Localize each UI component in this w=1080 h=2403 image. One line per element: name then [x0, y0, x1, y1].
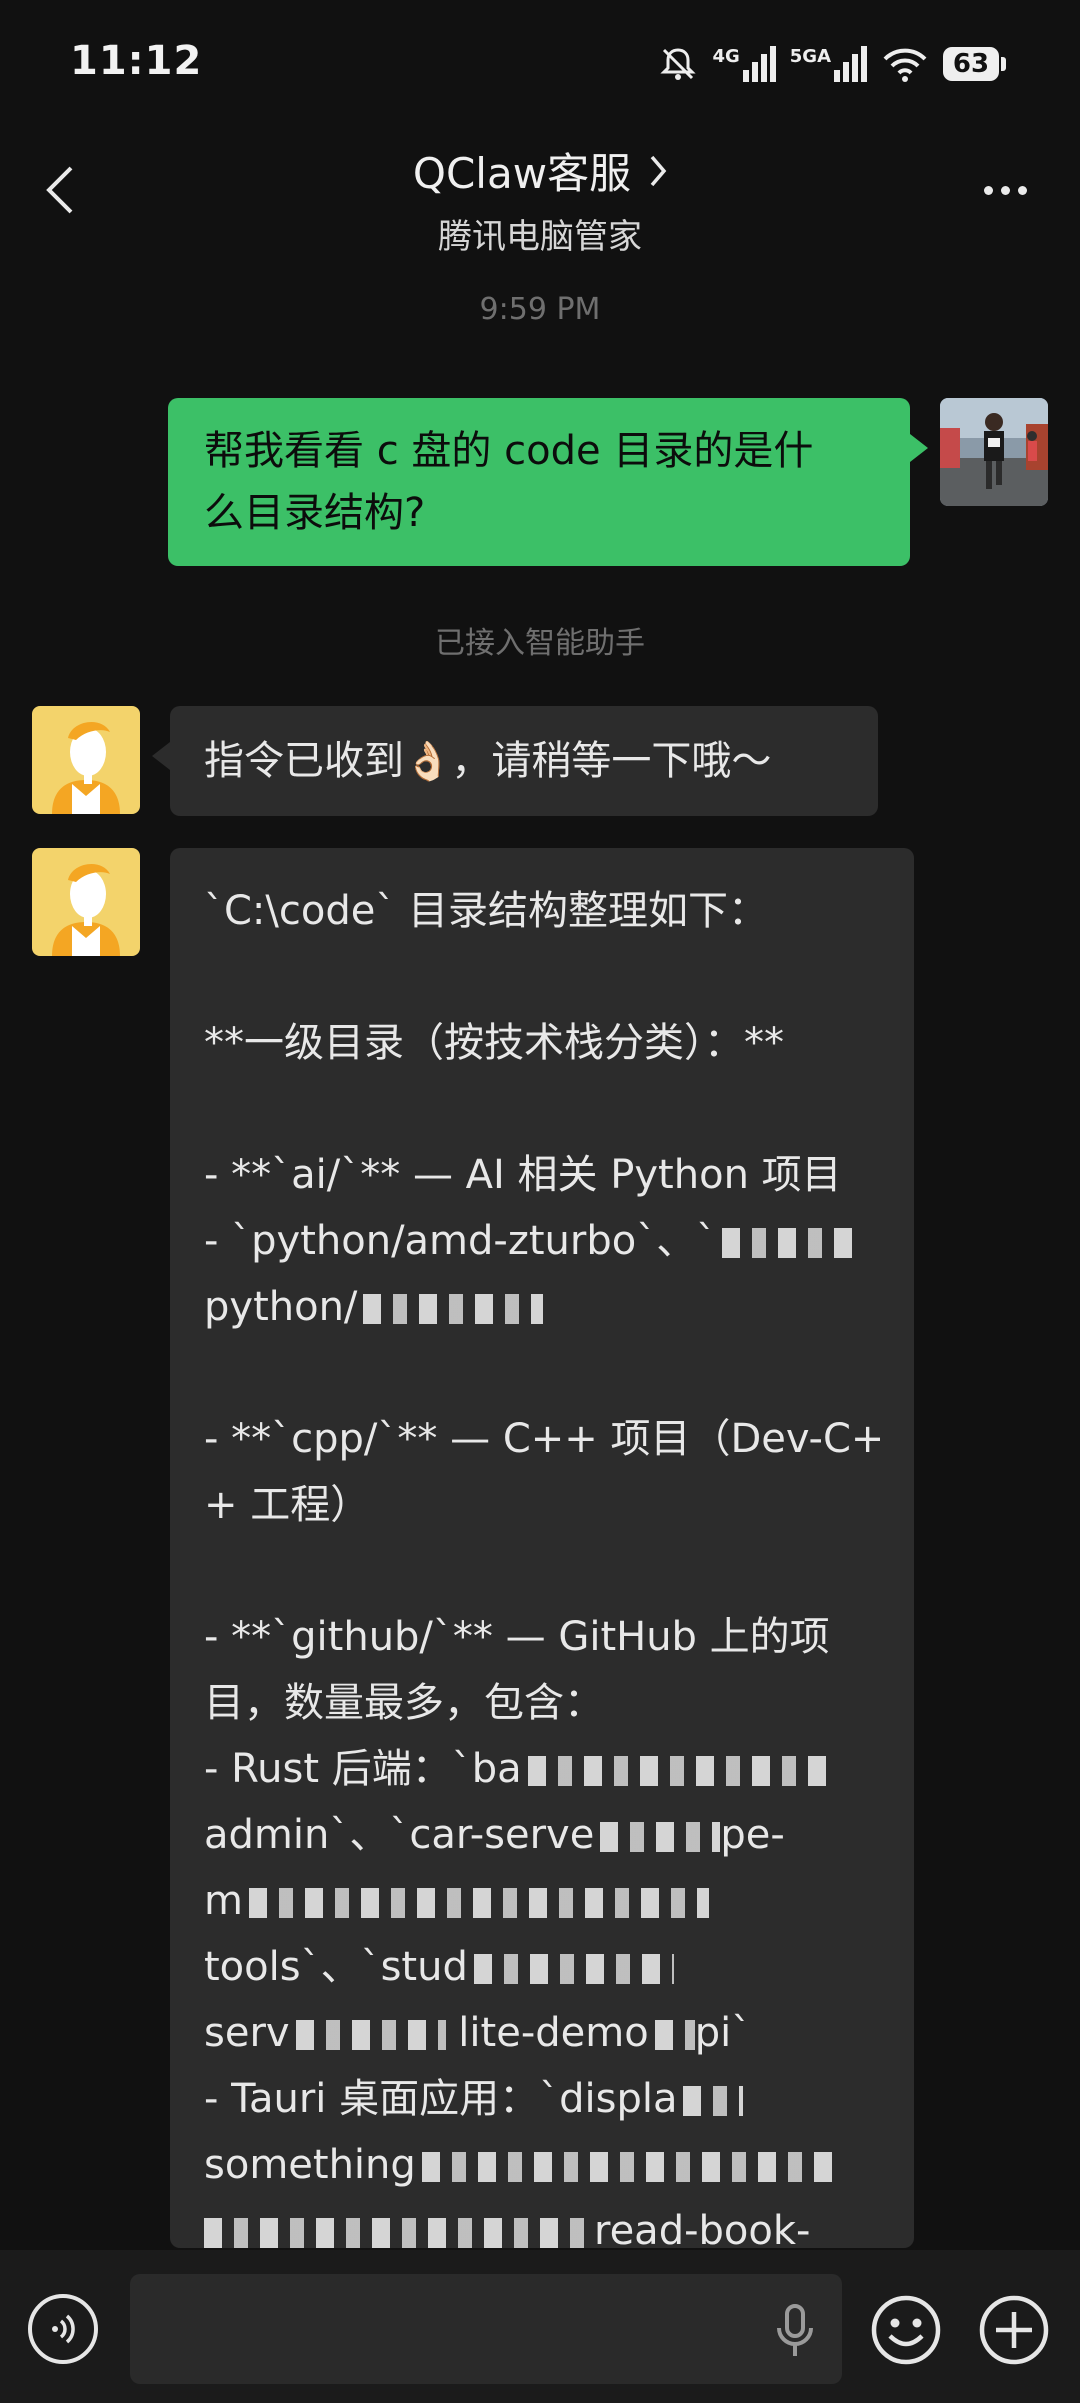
battery-level: 63 [943, 47, 999, 81]
reply-line-text: read-book- [594, 2208, 811, 2248]
outgoing-line-2: 么目录结构? [204, 490, 426, 536]
reply-message[interactable]: `C:\code` 目录结构整理如下： **一级目录（按技术栈分类）：** - … [170, 848, 914, 2248]
redaction-mosaic [600, 1822, 721, 1852]
outgoing-message[interactable]: 帮我看看 c 盘的 code 目录的是什 么目录结构? [168, 398, 928, 566]
status-bar: 11:12 4G 5GA 63 [0, 0, 1080, 130]
reply-line-obscured: tools`、`stud [204, 1934, 880, 2000]
reply-line-text: - Rust 后端：`ba [204, 1746, 522, 1792]
battery-icon: 63 [943, 47, 1006, 81]
user-avatar[interactable] [940, 398, 1048, 506]
wifi-icon [883, 48, 927, 82]
mute-bell-icon [660, 48, 697, 80]
reply-line: **一级目录（按技术栈分类）：** [204, 1020, 784, 1066]
network-label-1: 4G [712, 46, 740, 67]
reply-line-obscured: - Tauri 桌面应用：`displa [204, 2066, 880, 2132]
status-icons: 4G 5GA 63 [658, 40, 1006, 88]
reply-line-obscured: read-book- [204, 2198, 880, 2248]
reply-line-obscured: something [204, 2132, 880, 2198]
reply-line: - **`github/`** — GitHub 上的项 [204, 1614, 830, 1660]
reply-fragment: lite-demo [458, 2010, 649, 2056]
reply-line-text: - `python/amd-zturbo`、` [204, 1218, 717, 1264]
network-label-2: 5GA [789, 46, 831, 67]
redaction-mosaic [248, 1888, 709, 1918]
redaction-mosaic [683, 2086, 744, 2116]
reply-fragment: pe- [720, 1812, 785, 1858]
microphone-icon[interactable] [770, 2304, 820, 2358]
redaction-mosaic [204, 2218, 584, 2248]
reply-line-text: something [204, 2142, 416, 2188]
reply-line-text: tools`、`stud [204, 1944, 468, 1990]
reply-line-obscured: - `python/amd-zturbo`、` [204, 1208, 880, 1274]
reply-line-obscured: - Rust 后端：`ba [204, 1736, 880, 1802]
redaction-mosaic [473, 1954, 674, 1984]
bot-avatar-illustration [32, 706, 140, 814]
more-button[interactable] [970, 160, 1040, 220]
reply-line-obscured: m [204, 1868, 880, 1934]
ack-text-before: 指令已收到 [204, 738, 404, 784]
reply-line: - **`cpp/`** — C++ 项目（Dev-C+ [204, 1416, 880, 1462]
timestamp: 9:59 PM [479, 292, 601, 327]
redaction-mosaic [722, 1228, 863, 1258]
reply-line-obscured: serv lite-demo pi` [204, 2000, 880, 2066]
system-note: 已接入智能助手 [435, 626, 645, 661]
message-input[interactable] [130, 2274, 842, 2384]
redaction-mosaic [654, 2020, 695, 2050]
status-time: 11:12 [70, 38, 203, 84]
reply-line-obscured: admin`、`car-serve pe- [204, 1802, 880, 1868]
input-bar [0, 2250, 1080, 2403]
redaction-mosaic [363, 1294, 544, 1324]
bot-avatar-illustration [32, 848, 140, 956]
reply-line: `C:\code` 目录结构整理如下： [204, 888, 769, 934]
redaction-mosaic [421, 2152, 842, 2182]
runner-photo [940, 398, 1048, 506]
reply-fragment: pi` [694, 2010, 752, 2056]
plus-icon[interactable] [978, 2294, 1050, 2366]
bot-avatar[interactable] [32, 706, 140, 814]
chat-subtitle: 腾讯电脑管家 [438, 217, 642, 257]
bot-avatar-2[interactable] [32, 848, 140, 956]
voice-icon [52, 2314, 75, 2344]
outgoing-line-1: 帮我看看 c 盘的 code 目录的是什 [204, 428, 814, 474]
redaction-mosaic [295, 2020, 446, 2050]
voice-toggle-button[interactable] [28, 2294, 98, 2364]
reply-line: + 工程） [204, 1482, 371, 1528]
reply-line-obscured: python/ [204, 1274, 880, 1340]
reply-line-text: serv [204, 2010, 290, 2056]
emoji-icon[interactable] [870, 2294, 942, 2366]
chat-header: QClaw客服 腾讯电脑管家 [0, 130, 1080, 258]
signal-icon-2: 5GA [790, 46, 867, 82]
chat-title[interactable]: QClaw客服 [413, 140, 667, 201]
reply-line: 目，数量最多，包含： [204, 1680, 604, 1726]
reply-line-text: admin`、`car-serve [204, 1812, 595, 1858]
signal-icon-1: 4G [712, 46, 776, 82]
reply-line-text: m [204, 1878, 243, 1924]
redaction-mosaic [527, 1756, 828, 1786]
ack-text-after: ，请稍等一下哦～ [451, 738, 772, 784]
more-dots-icon [983, 185, 993, 195]
reply-line-text: python/ [204, 1284, 358, 1330]
chevron-right-icon [650, 155, 667, 186]
ok-hand-emoji-icon: 👌🏻 [404, 739, 452, 783]
reply-line: - **`ai/`** — AI 相关 Python 项目 [204, 1152, 842, 1198]
ack-message[interactable]: 指令已收到 👌🏻 ，请稍等一下哦～ [152, 706, 878, 816]
reply-line-text: - Tauri 桌面应用：`displa [204, 2076, 678, 2122]
chat-title-text: QClaw客服 [412, 149, 632, 198]
